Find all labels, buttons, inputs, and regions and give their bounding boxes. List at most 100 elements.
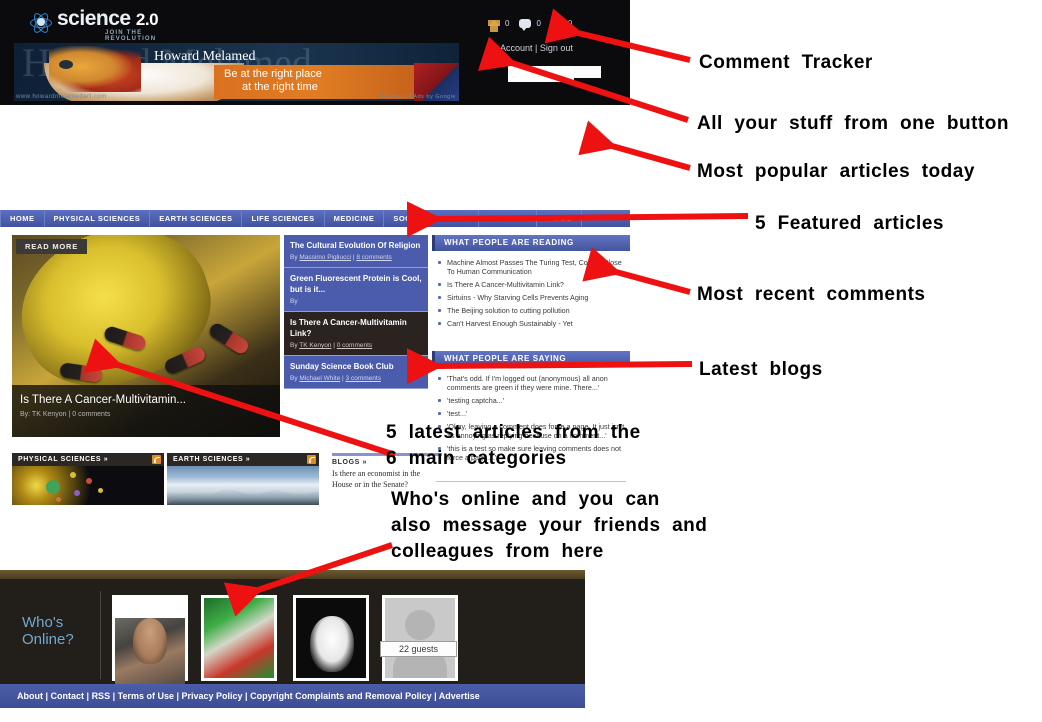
footer-separator: |: [43, 691, 51, 701]
person-icon[interactable]: [551, 17, 563, 29]
category-box-earth-sciences[interactable]: EARTH SCIENCES »: [167, 453, 319, 505]
reading-list-item[interactable]: Can't Harvest Enough Sustainably - Yet: [436, 319, 626, 328]
annotation-label: Most popular articles today: [697, 161, 975, 182]
logo-version: 2.0: [135, 10, 159, 29]
category-header: EARTH SCIENCES »: [167, 453, 319, 466]
nav-item-home[interactable]: HOME: [0, 210, 45, 227]
footer-separator: |: [431, 691, 439, 701]
nav-item-life-sciences[interactable]: LIFE SCIENCES: [242, 210, 325, 227]
logo-tagline: JOIN THE REVOLUTION: [105, 30, 157, 42]
hero-caption: Is There A Cancer-Multivitamin... By: TK…: [12, 385, 280, 437]
category-chevron: »: [245, 456, 251, 463]
friend-count: 0: [567, 18, 573, 28]
footer-link-terms-of-use[interactable]: Terms of Use: [118, 691, 174, 701]
main-navigation: HOME PHYSICAL SCIENCES EARTH SCIENCES LIFE …: [0, 210, 630, 227]
rss-icon[interactable]: [307, 455, 316, 464]
annotation-label: Latest blogs: [699, 359, 823, 380]
nav-item-video[interactable]: VIDEO: [537, 210, 583, 227]
annotation-label: 5 Featured articles: [755, 213, 944, 234]
my-account-link[interactable]: My Account: [486, 43, 533, 53]
hero-featured-article[interactable]: READ MORE Is There A Cancer-Multivitamin…: [12, 235, 280, 437]
home-icon[interactable]: [488, 20, 500, 32]
featured-article-item[interactable]: Is There A Cancer-Multivitamin Link? By T…: [284, 312, 428, 356]
featured-article-meta: By Massimo Pigliucci | 8 comments: [290, 254, 392, 261]
avatar[interactable]: [201, 595, 277, 681]
footer-link-advertise[interactable]: Advertise: [439, 691, 480, 701]
rss-icon[interactable]: [152, 455, 161, 464]
account-separator: |: [535, 43, 538, 53]
main-content: READ MORE Is There A Cancer-Multivitamin…: [0, 227, 630, 517]
avatar[interactable]: [112, 595, 188, 698]
category-header: PHYSICAL SCIENCES »: [12, 453, 164, 466]
annotation-label: Most recent comments: [697, 284, 926, 305]
read-more-button[interactable]: READ MORE: [16, 239, 88, 254]
sign-out-link[interactable]: Sign out: [540, 43, 573, 53]
saying-list-item[interactable]: 'test...': [436, 409, 626, 418]
annotation-label: All your stuff from one button: [697, 113, 1009, 134]
footer-link-privacy-policy[interactable]: Privacy Policy: [182, 691, 243, 701]
annotation-label: Who's online and you can also message yo…: [391, 489, 708, 562]
reading-list-item[interactable]: Is There A Cancer-Multivitamin Link?: [436, 280, 626, 289]
featured-article-meta: By TK Kenyon | 0 comments: [290, 342, 373, 349]
reading-list-item[interactable]: Sirtuins - Why Starving Cells Prevents A…: [436, 293, 626, 302]
reading-list-item[interactable]: The Beijing solution to cutting pollutio…: [436, 306, 626, 315]
nav-item-social-sciences[interactable]: SOCIAL SCIENCES: [384, 210, 480, 227]
hero-byline: By: TK Kenyon | 0 comments: [20, 411, 111, 418]
footer-link-rss[interactable]: RSS: [92, 691, 111, 701]
whos-online-top-bar: [0, 570, 585, 579]
banner-line-1: Be at the right place: [224, 68, 322, 80]
featured-article-item[interactable]: The Cultural Evolution Of Religion By Mas…: [284, 235, 428, 268]
footer-separator: |: [173, 691, 182, 701]
site-logo[interactable]: science 2.0 JOIN THE REVOLUTION: [17, 6, 167, 42]
reading-list-item[interactable]: Machine Almost Passes The Turing Test, C…: [436, 258, 626, 276]
featured-article-item[interactable]: Sunday Science Book Club By Michael White…: [284, 356, 428, 389]
category-box-physical-sciences[interactable]: PHYSICAL SCIENCES »: [12, 453, 164, 505]
search-button[interactable]: [573, 66, 601, 78]
whos-online-section: Who's Online? 22 guests About | Contact …: [0, 570, 585, 722]
comment-bubble-icon[interactable]: [519, 18, 532, 31]
atom-icon: [30, 10, 52, 36]
footer-link-copyright-complaints-and-removal-policy[interactable]: Copyright Complaints and Removal Policy: [250, 691, 432, 701]
account-links: My Account | Sign out: [486, 43, 573, 53]
hero-jar-art: [12, 235, 229, 407]
annotation-label: 5 latest articles from the 6 main catego…: [386, 422, 641, 469]
featured-article-item[interactable]: Green Fluorescent Protein is Cool, but i…: [284, 268, 428, 312]
avatar-guest[interactable]: [382, 595, 458, 681]
what-people-are-reading-heading: WHAT PEOPLE ARE READING: [432, 235, 630, 251]
hero-title[interactable]: Is There A Cancer-Multivitamin...: [12, 385, 280, 406]
nav-item-medicine[interactable]: MEDICINE: [325, 210, 385, 227]
banner-feedback-link[interactable]: Feedback | Ads by Google: [380, 94, 456, 100]
footer-link-contact[interactable]: Contact: [51, 691, 85, 701]
annotation-label: Comment Tracker: [699, 52, 873, 73]
saying-list-item[interactable]: 'testing captcha...': [436, 396, 626, 405]
banner-url[interactable]: www.howardmelamedart.com: [16, 94, 107, 100]
category-thumbnail: [12, 466, 164, 505]
hero-pill-art: [207, 321, 251, 356]
category-chevron: »: [103, 456, 109, 463]
featured-article-list: The Cultural Evolution Of Religion By Mas…: [284, 235, 428, 437]
nav-item-earth-sciences[interactable]: EARTH SCIENCES: [150, 210, 243, 227]
featured-article-title: The Cultural Evolution Of Religion: [290, 241, 421, 250]
search-input[interactable]: [508, 66, 574, 82]
nav-item-physical-sciences[interactable]: PHYSICAL SCIENCES: [45, 210, 151, 227]
avatar[interactable]: [293, 595, 369, 681]
site-body: HOME PHYSICAL SCIENCES EARTH SCIENCES LIFE …: [0, 105, 630, 505]
whos-online-divider: [100, 591, 101, 679]
what-people-are-saying-heading: WHAT PEOPLE ARE SAYING: [432, 351, 630, 367]
footer-separator: |: [84, 691, 92, 701]
home-count: 0: [505, 18, 510, 28]
nav-item-culture[interactable]: CULTURE: [479, 210, 538, 227]
banner-title: Howard Melamed: [154, 49, 256, 64]
footer-links-bar: About | Contact | RSS | Terms of Use | P…: [0, 684, 585, 708]
header-icon-tray: 0 0 0: [488, 17, 577, 32]
featured-article-title: Green Fluorescent Protein is Cool, but i…: [290, 274, 422, 294]
category-thumbnail: [167, 466, 319, 505]
footer-link-about[interactable]: About: [17, 691, 43, 701]
saying-list-item[interactable]: 'That's odd. If I'm logged out (anonymou…: [436, 374, 626, 392]
banner-line-2: at the right time: [242, 81, 318, 93]
site-header: science 2.0 JOIN THE REVOLUTION 0 0 0 My…: [0, 0, 630, 105]
whos-online-panel: Who's Online? 22 guests: [0, 579, 585, 698]
comment-count: 0: [536, 18, 541, 28]
banner-ad[interactable]: Howard Melamed Howard Melamed Be at the …: [14, 43, 459, 101]
logo-word: science: [57, 7, 131, 30]
